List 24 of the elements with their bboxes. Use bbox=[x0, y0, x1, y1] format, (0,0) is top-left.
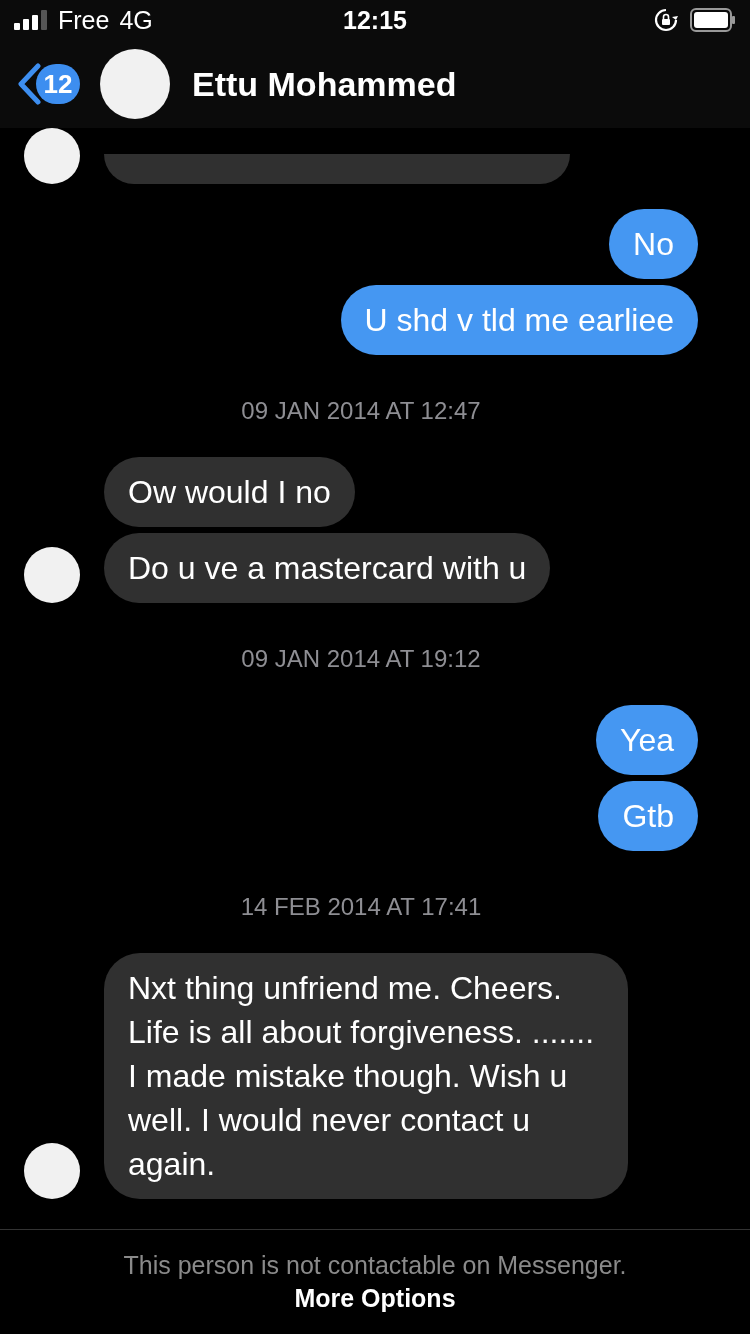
clock: 12:15 bbox=[342, 5, 408, 35]
avatar[interactable] bbox=[24, 1143, 80, 1199]
message-bubble: Ow would I no bbox=[104, 457, 355, 527]
avatar[interactable] bbox=[24, 128, 80, 184]
timestamp: 14 FEB 2014 AT 17:41 bbox=[239, 894, 483, 920]
message-bubble: Do u ve a mastercard with u bbox=[104, 533, 551, 603]
message-bubble: Yea bbox=[596, 705, 698, 775]
rotation-lock-icon bbox=[654, 8, 678, 32]
battery-icon bbox=[690, 8, 736, 32]
message-bubble: Gtb bbox=[598, 781, 698, 851]
back-chevron-icon bbox=[16, 63, 42, 105]
message-bubble: No bbox=[609, 209, 698, 279]
signal-icon bbox=[14, 10, 48, 30]
message-bubble: Nxt thing unfriend me. Cheers. Life is all about forgiveness. ....... I made mistake though. Wish u well. I would never contact u again. bbox=[104, 953, 628, 1199]
notice-text: This person is not contactable on Messenger. bbox=[123, 1251, 627, 1280]
contact-name[interactable]: Ettu Mohammed bbox=[192, 64, 457, 104]
more-options-button[interactable]: More Options bbox=[294, 1284, 456, 1313]
message-bubble: U shd v tld me earliee bbox=[340, 285, 698, 355]
timestamp: 09 JAN 2014 AT 19:12 bbox=[240, 646, 482, 672]
avatar[interactable] bbox=[24, 547, 80, 603]
network-type: 4G bbox=[119, 5, 153, 35]
carrier: Free bbox=[58, 5, 110, 35]
unread-badge: 12 bbox=[36, 64, 80, 104]
timestamp: 09 JAN 2014 AT 12:47 bbox=[240, 398, 482, 424]
